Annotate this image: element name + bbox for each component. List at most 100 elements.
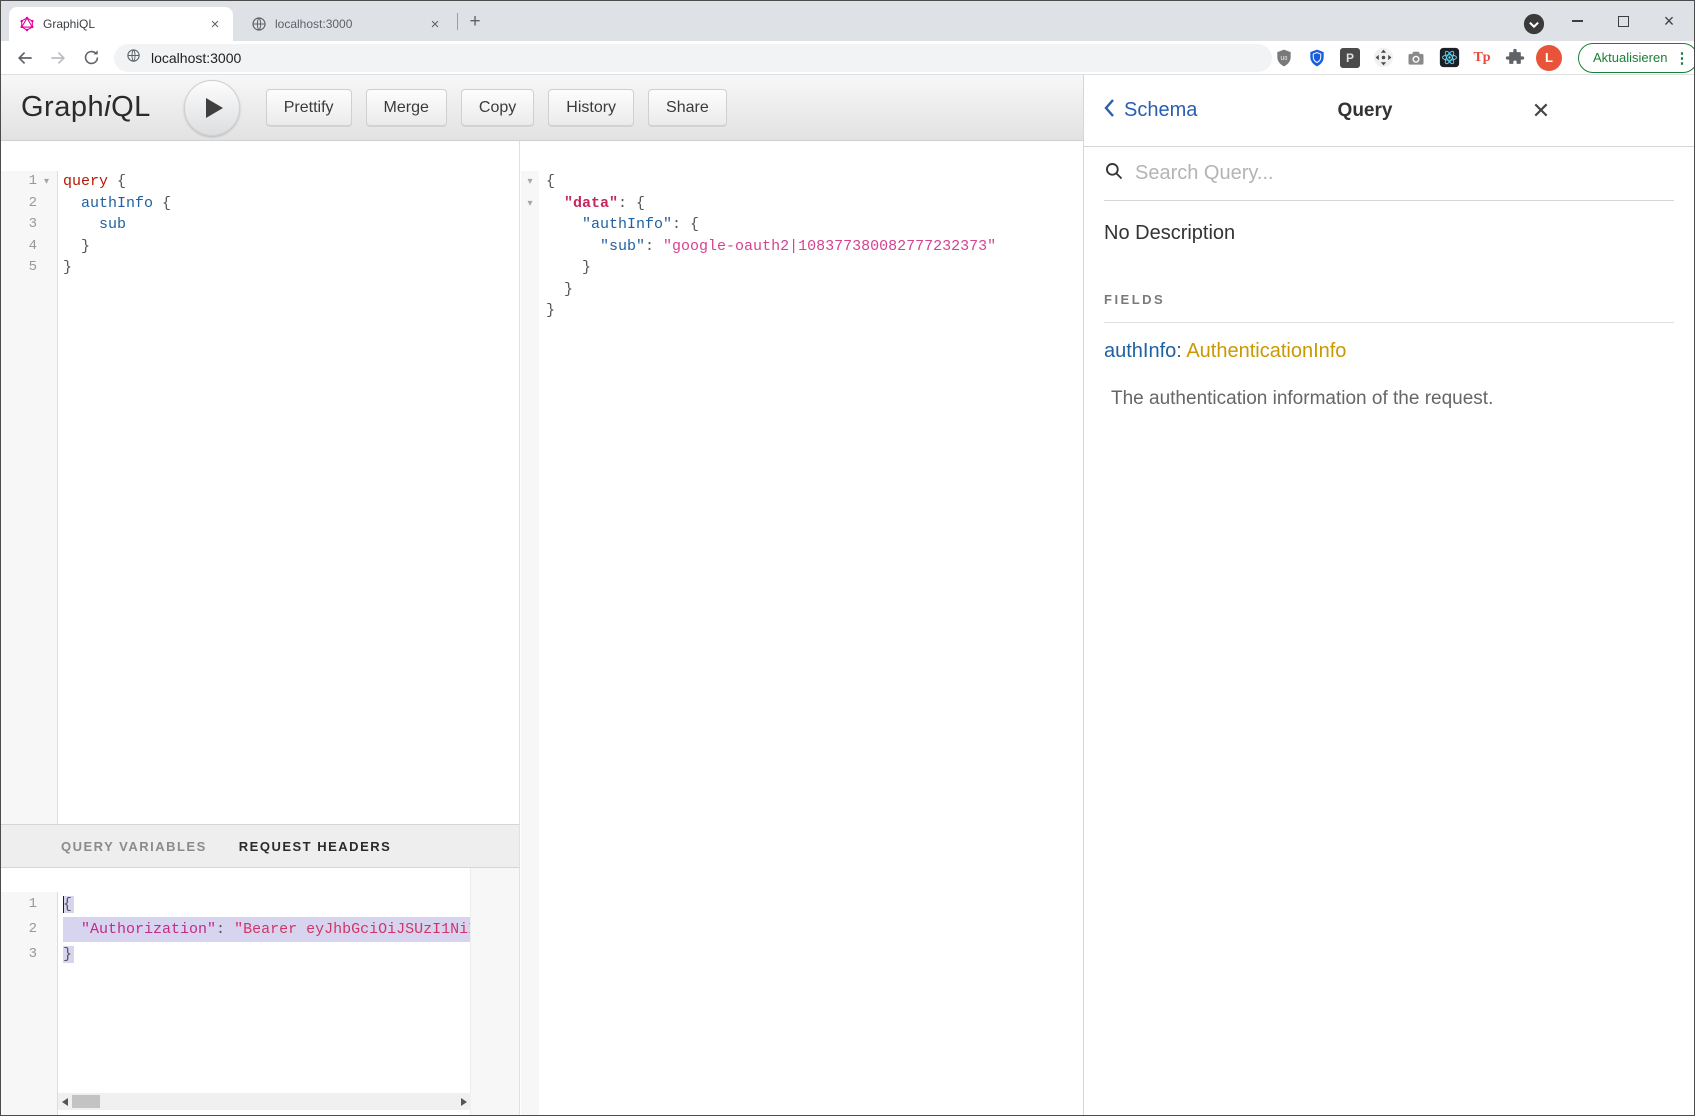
no-description-text: No Description <box>1104 222 1674 245</box>
scroll-right-icon[interactable] <box>457 1093 471 1110</box>
code-token: { <box>153 195 171 212</box>
p-extension-icon[interactable]: P <box>1338 46 1362 70</box>
tab-close-icon[interactable]: × <box>427 16 443 33</box>
copy-button[interactable]: Copy <box>461 89 534 126</box>
line-number: 1 <box>1 171 37 193</box>
code-line[interactable]: query { <box>63 171 519 193</box>
code-line[interactable]: } <box>546 300 1083 322</box>
react-devtools-icon[interactable] <box>1437 46 1461 70</box>
address-bar[interactable]: localhost:3000 <box>114 44 1272 72</box>
code-line[interactable]: authInfo { <box>63 193 519 215</box>
scroll-left-icon[interactable] <box>58 1093 72 1110</box>
code-token: } <box>63 946 72 963</box>
history-button[interactable]: History <box>548 89 634 126</box>
tab-request-headers[interactable]: REQUEST HEADERS <box>239 839 392 854</box>
code-line[interactable]: } <box>546 257 1083 279</box>
doc-close-icon[interactable]: ✕ <box>1526 98 1556 124</box>
vertical-scrollbar-track[interactable] <box>470 868 519 1115</box>
doc-search <box>1104 147 1674 201</box>
code-token <box>546 195 564 212</box>
back-icon[interactable] <box>11 44 39 72</box>
fold-icon[interactable]: ▾ <box>37 171 56 193</box>
fold-icon[interactable]: ▾ <box>521 176 539 187</box>
code-token: } <box>546 302 555 319</box>
code-token: "sub" <box>600 238 645 255</box>
chevron-left-icon <box>1104 98 1115 124</box>
tampermonkey-tp-icon[interactable]: Tp <box>1470 46 1494 70</box>
camera-icon[interactable] <box>1404 46 1428 70</box>
code-token <box>63 921 81 938</box>
update-button[interactable]: Aktualisieren ⋮ <box>1578 43 1695 73</box>
gutter-row <box>521 236 539 258</box>
gutter-row: 2 <box>1 193 57 215</box>
code-token <box>63 216 99 233</box>
share-button[interactable]: Share <box>648 89 727 126</box>
close-button[interactable]: × <box>1646 1 1692 41</box>
query-editor-code[interactable]: query { authInfo { sub }} <box>58 171 519 824</box>
code-line[interactable]: "authInfo": { <box>546 214 1083 236</box>
extensions-puzzle-icon[interactable] <box>1503 46 1527 70</box>
tp-letters: Tp <box>1473 50 1490 66</box>
code-token: : { <box>618 195 645 212</box>
new-tab-button[interactable]: + <box>463 10 487 34</box>
search-input[interactable] <box>1135 162 1674 185</box>
code-line[interactable]: } <box>63 942 519 967</box>
code-token <box>546 216 582 233</box>
gutter-row: 3 <box>1 214 57 236</box>
scrollbar-thumb[interactable] <box>72 1095 100 1108</box>
code-token: query <box>63 173 108 190</box>
doc-back-link[interactable]: Schema <box>1104 98 1197 124</box>
browser-window: GraphiQL × localhost:3000 × + × <box>0 0 1695 1116</box>
tab-graphiql[interactable]: GraphiQL × <box>9 7 233 41</box>
code-line[interactable]: } <box>63 257 519 279</box>
code-line[interactable]: } <box>546 279 1083 301</box>
execute-query-button[interactable] <box>184 80 240 136</box>
headers-editor-gutter: 123 <box>1 892 58 1115</box>
horizontal-scrollbar[interactable] <box>58 1093 471 1110</box>
code-token: : <box>645 238 663 255</box>
code-line[interactable]: "Authorization": "Bearer eyJhbGciOiJSUzI… <box>63 917 519 942</box>
code-line[interactable]: sub <box>63 214 519 236</box>
reload-icon[interactable] <box>77 44 105 72</box>
code-line[interactable]: { <box>63 892 519 917</box>
field-type-link[interactable]: AuthenticationInfo <box>1186 340 1346 362</box>
prettify-button[interactable]: Prettify <box>266 89 352 126</box>
line-number: 2 <box>1 193 37 215</box>
fold-icon[interactable]: ▾ <box>521 198 539 209</box>
tab-close-icon[interactable]: × <box>207 16 223 33</box>
headers-editor-code[interactable]: { "Authorization": "Bearer eyJhbGciOiJSU… <box>58 892 519 1115</box>
forward-icon[interactable] <box>44 44 72 72</box>
request-headers-editor[interactable]: 123 { "Authorization": "Bearer eyJhbGciO… <box>1 868 519 1115</box>
avatar[interactable]: L <box>1536 45 1562 71</box>
doc-title: Query <box>1338 100 1393 122</box>
query-editor-gutter: 1▾2345 <box>1 171 58 824</box>
merge-button[interactable]: Merge <box>366 89 447 126</box>
ublock-icon[interactable]: U0 <box>1272 46 1296 70</box>
minimize-button[interactable] <box>1554 1 1600 41</box>
code-token: : { <box>672 216 699 233</box>
maximize-button[interactable] <box>1600 1 1646 41</box>
code-line[interactable]: } <box>63 236 519 258</box>
downloads-icon[interactable] <box>1523 13 1545 35</box>
code-token: "data" <box>564 195 618 212</box>
line-number: 3 <box>1 214 37 236</box>
code-line[interactable]: { <box>546 171 1083 193</box>
code-line[interactable]: "data": { <box>546 193 1083 215</box>
bitwarden-icon[interactable] <box>1305 46 1329 70</box>
more-options-icon[interactable]: ⋮ <box>1674 49 1689 67</box>
gutter-row: 1▾ <box>1 171 57 193</box>
code-token: sub <box>99 216 126 233</box>
globe-icon <box>126 48 141 68</box>
tab-title: GraphiQL <box>43 17 207 31</box>
move-tool-icon[interactable] <box>1371 46 1395 70</box>
result-viewer: ▾▾ { "data": { "authInfo": { "sub": "goo… <box>521 141 1083 1115</box>
code-token <box>63 195 81 212</box>
code-token: : <box>216 921 234 938</box>
search-icon <box>1104 161 1124 186</box>
field-name-link[interactable]: authInfo <box>1104 340 1176 362</box>
result-fold-gutter: ▾▾ <box>521 171 539 1115</box>
tab-query-variables[interactable]: QUERY VARIABLES <box>61 839 207 854</box>
code-line[interactable]: "sub": "google-oauth2|108377380082777232… <box>546 236 1083 258</box>
tab-localhost[interactable]: localhost:3000 × <box>241 7 453 41</box>
query-editor[interactable]: 1▾2345 query { authInfo { sub }} <box>1 141 519 824</box>
